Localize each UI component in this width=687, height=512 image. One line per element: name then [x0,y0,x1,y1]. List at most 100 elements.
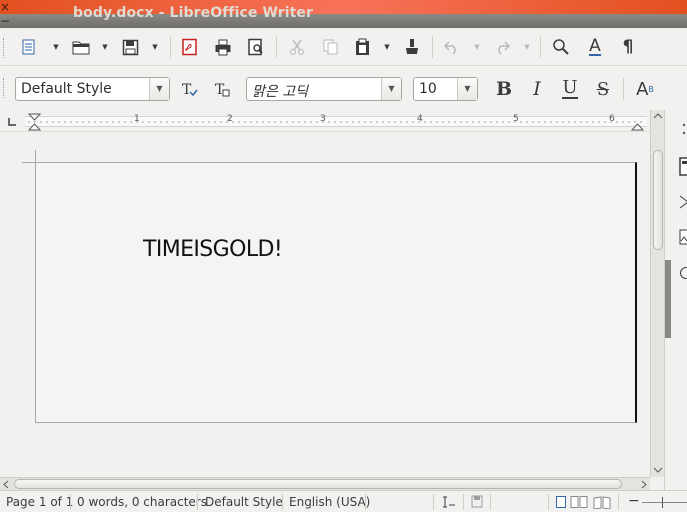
scroll-up-icon[interactable] [653,112,663,120]
status-separator [282,494,283,510]
document-text[interactable]: TIMEISGOLD! [143,237,283,262]
status-separator [548,494,549,510]
ruler-number: 4 [417,114,423,124]
chevron-down-icon[interactable]: ▼ [457,78,477,100]
book-view-icon[interactable] [593,495,611,509]
spelling-icon[interactable]: A [584,36,606,58]
window-title: body.docx - LibreOffice Writer [73,5,314,21]
font-name-value: 맑은 고딕 [252,84,308,100]
font-size-combo[interactable]: 10 ▼ [413,77,478,101]
tab-stop-type-icon[interactable] [6,116,18,128]
redo-icon[interactable] [491,36,513,58]
status-separator [490,494,491,510]
italic-button[interactable]: I [526,78,548,100]
horizontal-ruler[interactable]: 1 2 3 4 5 6 [0,110,650,132]
properties-icon[interactable] [679,156,687,178]
status-separator [618,494,619,510]
chevron-down-icon[interactable]: ▼ [149,78,169,100]
undo-icon[interactable] [441,36,463,58]
paragraph-style-combo[interactable]: Default Style ▼ [15,77,170,101]
toolbar-separator [540,36,541,58]
toolbar-grip[interactable] [3,38,7,58]
sidebar-menu-icon[interactable] [679,122,687,136]
font-name-combo[interactable]: 맑은 고딕 ▼ [246,77,402,101]
vertical-scrollbar[interactable] [650,110,664,477]
ruler-ticks [28,121,642,123]
page-count-status[interactable]: Page 1 of 1 [6,495,73,509]
new-document-icon[interactable] [19,36,41,58]
toolbar-separator [432,36,433,58]
status-separator [433,494,434,510]
vertical-scroll-thumb[interactable] [653,150,663,250]
undo-dropdown-arrow[interactable]: ▼ [473,36,481,58]
scroll-left-icon[interactable] [2,480,10,489]
page-corner-mark [22,150,36,164]
new-dropdown-arrow[interactable]: ▼ [52,36,60,58]
styles-icon[interactable] [679,194,687,212]
document-modified-icon[interactable] [471,495,483,508]
find-replace-icon[interactable] [550,36,572,58]
gallery-icon[interactable] [679,228,687,246]
standard-toolbar: ▼ ▼ ▼ ▼ ▼ ▼ A ¶ [0,28,687,66]
status-separator [463,494,464,510]
new-style-icon[interactable]: T [211,78,233,100]
toolbar-separator [623,78,624,100]
window-titlebar: × − □ body.docx - LibreOffice Writer [0,0,687,42]
italic-glyph: I [533,78,541,100]
status-separator [197,494,198,510]
print-icon[interactable] [212,36,234,58]
update-style-icon[interactable]: T [178,78,200,100]
superscript-button[interactable]: A B [634,78,656,100]
sidebar-deck [664,110,687,490]
word-count-status[interactable]: 0 words, 0 characters [77,495,207,509]
bold-glyph: B [495,78,513,100]
paste-dropdown-arrow[interactable]: ▼ [383,36,391,58]
chevron-down-icon[interactable]: ▼ [381,78,401,100]
print-preview-icon[interactable] [245,36,267,58]
ruler-number: 5 [513,114,519,124]
document-canvas[interactable]: TIMEISGOLD! [0,132,650,477]
underline-glyph: U [562,77,578,99]
paste-icon[interactable] [351,36,373,58]
page-style-status[interactable]: Default Style [205,495,283,509]
paragraph-style-value: Default Style [21,81,112,97]
cut-icon[interactable] [286,36,308,58]
bold-button[interactable]: B [493,78,515,100]
zoom-slider-handle[interactable] [662,497,663,508]
strikethrough-button[interactable]: S [592,78,614,100]
ruler-number: 1 [134,114,140,124]
export-pdf-icon[interactable] [178,36,200,58]
single-page-view-icon[interactable] [555,495,567,509]
underline-button[interactable]: U [559,78,581,100]
save-icon[interactable] [119,36,141,58]
scroll-right-icon[interactable] [640,480,648,489]
copy-icon[interactable] [319,36,341,58]
svg-text:T: T [182,82,192,98]
strikethrough-glyph: S [596,78,610,100]
zoom-out-icon[interactable]: − [628,493,640,509]
toolbar-grip[interactable] [3,78,7,98]
formatting-marks-icon[interactable]: ¶ [617,36,639,58]
document-page[interactable]: TIMEISGOLD! [35,162,637,423]
redo-dropdown-arrow[interactable]: ▼ [523,36,531,58]
open-icon[interactable] [70,36,92,58]
sidebar-collapse-handle[interactable] [665,260,671,338]
status-separator [365,494,366,510]
open-dropdown-arrow[interactable]: ▼ [101,36,109,58]
zoom-slider[interactable] [642,502,687,503]
status-bar: Page 1 of 1 0 words, 0 characters Defaul… [0,490,687,512]
ruler-number: 6 [609,114,615,124]
formatting-toolbar: Default Style ▼ T T 맑은 고딕 ▼ 10 ▼ B I U S… [0,68,687,108]
navigator-icon[interactable] [679,264,687,282]
save-dropdown-arrow[interactable]: ▼ [151,36,159,58]
status-separator [70,494,71,510]
multi-page-view-icon[interactable] [570,495,588,509]
formatting-marks-glyph: ¶ [622,37,634,57]
clone-formatting-icon[interactable] [401,36,423,58]
scroll-down-icon[interactable] [653,466,663,474]
language-status[interactable]: English (USA) [289,495,370,509]
horizontal-scroll-thumb[interactable] [14,479,622,489]
insert-mode-icon[interactable] [442,496,456,508]
horizontal-scrollbar[interactable] [0,477,650,490]
font-size-value: 10 [419,81,437,97]
